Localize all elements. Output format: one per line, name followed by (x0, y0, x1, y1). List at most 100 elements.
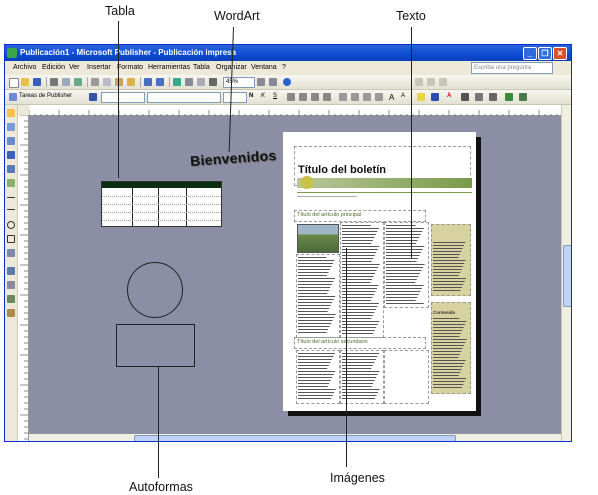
menu-archivo[interactable]: Archivo (13, 64, 36, 71)
line-style-icon[interactable] (461, 93, 469, 101)
bullets-icon[interactable] (351, 93, 359, 101)
style-select[interactable] (101, 92, 145, 103)
font-color-icon[interactable]: A (447, 93, 451, 99)
autoshapes-icon[interactable] (7, 249, 15, 257)
spelling-icon[interactable] (74, 78, 82, 86)
menu-edicion[interactable]: Edición (42, 64, 65, 71)
picture-frame-icon[interactable] (7, 165, 15, 173)
menu-herramientas[interactable]: Herramientas (148, 64, 190, 71)
arrow-tool-icon[interactable] (7, 209, 15, 210)
formatting-toolbar: Tareas de Publisher N K S A A A (5, 90, 571, 105)
outdent-icon[interactable] (375, 93, 383, 101)
table-object[interactable] (101, 181, 222, 227)
callout-wordart: WordArt (214, 9, 260, 23)
fill-color-icon[interactable] (417, 93, 425, 101)
close-button[interactable]: ✕ (553, 47, 567, 60)
copy-icon[interactable] (103, 78, 111, 86)
tasks-label[interactable]: Tareas de Publisher (19, 93, 72, 99)
vertical-scroll-thumb[interactable] (563, 245, 571, 307)
align-right-icon[interactable] (311, 93, 319, 101)
toolbar-extra-1-icon[interactable] (415, 78, 423, 86)
standard-toolbar: 45% (5, 75, 571, 90)
toolbar-extra-2-icon[interactable] (427, 78, 435, 86)
bold-icon[interactable]: N (249, 93, 253, 99)
oval-tool-icon[interactable] (7, 221, 15, 229)
insert-wordart-icon[interactable] (7, 151, 15, 159)
cut-icon[interactable] (91, 78, 99, 86)
dash-style-icon[interactable] (475, 93, 483, 101)
title-bar: Publicación1 - Microsoft Publisher - Pub… (5, 45, 571, 61)
save-icon[interactable] (33, 78, 41, 86)
font-shrink-icon[interactable]: A (401, 93, 405, 99)
numbering-icon[interactable] (339, 93, 347, 101)
menu-ventana[interactable]: Ventana (251, 64, 277, 71)
open-icon[interactable] (21, 78, 29, 86)
html-fragment-icon[interactable] (7, 295, 15, 303)
vertical-ruler[interactable] (18, 114, 29, 441)
pointer-autoformas (158, 366, 159, 478)
align-left-icon[interactable] (287, 93, 295, 101)
menu-bar: Archivo Edición Ver Insertar Formato Her… (5, 61, 571, 75)
horizontal-ruler[interactable] (28, 105, 561, 118)
paste-icon[interactable] (115, 78, 123, 86)
insert-hyperlink-icon[interactable] (173, 78, 181, 86)
menu-help[interactable]: ? (282, 64, 286, 71)
rectangle-tool-icon[interactable] (7, 235, 15, 243)
bring-front-icon[interactable] (185, 78, 193, 86)
arrow-style-icon[interactable] (489, 93, 497, 101)
zoom-select[interactable]: 45% (223, 77, 255, 88)
maximize-button[interactable]: ❐ (538, 47, 552, 60)
format-painter-icon[interactable] (127, 78, 135, 86)
print-preview-icon[interactable] (62, 78, 70, 86)
underline-icon[interactable]: S (273, 93, 277, 99)
menu-formato[interactable]: Formato (117, 64, 143, 71)
toolbar-extra-3-icon[interactable] (439, 78, 447, 86)
callout-texto: Texto (396, 9, 426, 23)
insert-table-icon[interactable] (7, 137, 15, 145)
redo-icon[interactable] (156, 78, 164, 86)
italic-icon[interactable]: K (261, 93, 265, 99)
undo-icon[interactable] (144, 78, 152, 86)
rectangle-autoshape[interactable] (116, 324, 195, 367)
new-icon[interactable] (9, 78, 19, 88)
help-icon[interactable] (283, 78, 291, 86)
font-size-select[interactable] (223, 92, 247, 103)
print-icon[interactable] (50, 78, 58, 86)
body-text-lines (298, 225, 467, 399)
ask-question-input[interactable]: Escriba una pregunta (471, 62, 553, 74)
hot-spot-icon[interactable] (7, 267, 15, 275)
font-select[interactable] (147, 92, 221, 103)
align-center-icon[interactable] (299, 93, 307, 101)
vertical-scrollbar[interactable] (561, 105, 571, 441)
columns-icon[interactable] (197, 78, 205, 86)
menu-tabla[interactable]: Tabla (193, 64, 210, 71)
font-grow-icon[interactable]: A (389, 93, 394, 102)
form-control-icon[interactable] (7, 281, 15, 289)
callout-autoformas: Autoformas (129, 480, 193, 494)
callout-imagenes: Imágenes (330, 471, 385, 485)
minimize-button[interactable]: _ (523, 47, 537, 60)
justify-icon[interactable] (323, 93, 331, 101)
publisher-app-icon (7, 48, 17, 58)
horizontal-scrollbar[interactable] (29, 434, 561, 441)
line-tool-icon[interactable] (7, 197, 15, 198)
line-color-icon[interactable] (431, 93, 439, 101)
indent-icon[interactable] (363, 93, 371, 101)
text-box-icon[interactable] (7, 123, 15, 131)
oval-autoshape[interactable] (127, 262, 183, 318)
menu-insertar[interactable]: Insertar (87, 64, 111, 71)
publication-page[interactable]: Título del boletín Título del artículo p… (283, 132, 476, 411)
design-gallery-icon[interactable] (7, 309, 15, 317)
clip-art-icon[interactable] (7, 179, 15, 187)
shadow-icon[interactable] (505, 93, 513, 101)
styles-icon[interactable] (89, 93, 97, 101)
menu-ver[interactable]: Ver (69, 64, 80, 71)
special-chars-icon[interactable] (209, 78, 217, 86)
zoom-out-icon[interactable] (257, 78, 265, 86)
3d-style-icon[interactable] (519, 93, 527, 101)
select-pointer-icon[interactable] (7, 109, 15, 117)
horizontal-scroll-thumb[interactable] (134, 435, 456, 441)
objects-toolbar (5, 105, 18, 441)
task-pane-icon[interactable] (9, 93, 17, 101)
zoom-in-icon[interactable] (269, 78, 277, 86)
